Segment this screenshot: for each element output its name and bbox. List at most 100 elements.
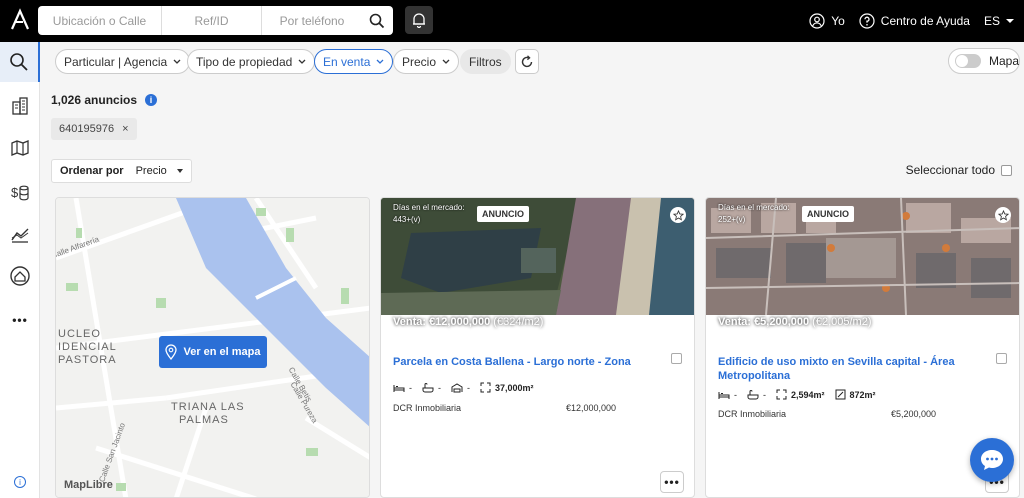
- beds-value: -: [409, 382, 412, 393]
- beds-feature: -: [393, 383, 412, 393]
- map-attribution-label: MapLibre: [64, 479, 113, 491]
- select-all-checkbox[interactable]: [1001, 164, 1012, 176]
- map-pin-icon: [165, 344, 178, 360]
- chevron-down-icon: [376, 59, 384, 64]
- sidebar-item-analytics[interactable]: [0, 214, 40, 254]
- price-overlay-sqm: (€2,005/m2): [809, 316, 872, 328]
- seller-type-filter[interactable]: Particular | Agencia: [55, 49, 191, 74]
- building-icon: [12, 97, 28, 115]
- listing-title[interactable]: Parcela en Costa Ballena - Largo norte -…: [393, 355, 658, 369]
- logo-icon[interactable]: [8, 8, 32, 32]
- top-bar: Ubicación o Calle Ref/ID Por teléfono Yo…: [0, 0, 1024, 42]
- close-icon[interactable]: ×: [122, 123, 128, 135]
- chat-icon: [981, 450, 1003, 470]
- baths-value: -: [763, 389, 766, 400]
- phone-search-input[interactable]: Por teléfono: [262, 6, 362, 35]
- map-icon: [11, 140, 29, 156]
- user-icon: [809, 13, 825, 29]
- sidebar-item-search[interactable]: [0, 42, 40, 82]
- sort-value: Precio: [135, 165, 167, 177]
- baths-value: -: [438, 382, 441, 393]
- listing-features: - - 2,594m² 872m²: [718, 389, 886, 400]
- home-pin-icon: [10, 266, 30, 286]
- price-overlay-main: Venta: €5,200,000: [718, 316, 810, 328]
- notifications-bell-icon[interactable]: [405, 6, 433, 34]
- sidebar-item-buildings[interactable]: [0, 86, 40, 126]
- chevron-down-icon: [176, 169, 183, 173]
- results-count: 1,026 anuncios i: [51, 93, 158, 107]
- map-preview[interactable]: UCLEO IDENCIAL PASTORA TRIANA LAS PALMAS…: [55, 197, 370, 498]
- sidebar-item-valuation[interactable]: $: [0, 172, 40, 212]
- select-all[interactable]: Seleccionar todo: [906, 163, 1012, 177]
- sidebar: $ ••• i: [0, 42, 40, 498]
- active-filter-tag: 640195976 ×: [51, 118, 137, 140]
- price-overlay-main: Venta: €12,000,000: [393, 316, 491, 328]
- price-overlay-sqm: (€324/m2): [490, 316, 544, 328]
- bed-icon: [718, 391, 730, 399]
- ref-search-input[interactable]: Ref/ID: [162, 6, 262, 35]
- listing-price: €12,000,000: [566, 403, 617, 413]
- favorite-star-icon[interactable]: [995, 207, 1011, 223]
- garage-value: -: [467, 382, 470, 393]
- days-on-market: Días en el mercado: 443+(v): [393, 203, 465, 224]
- map-label: UCLEO: [58, 328, 101, 340]
- built-area-value: 872m²: [849, 389, 876, 400]
- listing-title[interactable]: Edificio de uso mixto en Sevilla capital…: [718, 355, 983, 383]
- agency-name: DCR Inmobiliaria: [718, 409, 787, 419]
- location-search-input[interactable]: Ubicación o Calle: [38, 6, 162, 35]
- help-center-link[interactable]: Centro de Ayuda: [859, 13, 970, 29]
- sidebar-item-info[interactable]: i: [0, 462, 40, 498]
- filter-bar: Particular | Agencia Tipo de propiedad E…: [40, 42, 1024, 80]
- view-on-map-button[interactable]: Ver en el mapa: [159, 336, 267, 368]
- property-type-filter[interactable]: Tipo de propiedad: [187, 49, 316, 74]
- top-right-menu: Yo Centro de Ayuda ES: [795, 0, 1014, 42]
- favorite-star-icon[interactable]: [670, 207, 686, 223]
- user-menu[interactable]: Yo: [809, 13, 845, 29]
- beds-feature: -: [718, 390, 737, 400]
- help-icon: [859, 13, 875, 29]
- more-options-button[interactable]: •••: [660, 471, 684, 493]
- map-toggle-switch[interactable]: [955, 54, 981, 68]
- help-label: Centro de Ayuda: [880, 14, 970, 28]
- language-selector[interactable]: ES: [984, 14, 1014, 28]
- price-filter[interactable]: Precio: [393, 49, 460, 74]
- built-area-icon: [835, 389, 846, 400]
- baths-feature: -: [747, 389, 766, 400]
- view-on-map-label: Ver en el mapa: [183, 346, 261, 358]
- property-type-label: Tipo de propiedad: [196, 54, 293, 69]
- reset-filters-button[interactable]: [515, 49, 539, 74]
- sort-dropdown[interactable]: Ordenar por Precio: [51, 159, 192, 183]
- agency-name: DCR Inmobiliaria: [393, 403, 462, 413]
- sidebar-item-map[interactable]: [0, 128, 40, 168]
- listing-checkbox[interactable]: [671, 353, 682, 364]
- listing-checkbox[interactable]: [996, 353, 1007, 364]
- info-icon[interactable]: i: [145, 94, 158, 106]
- price-overlay: Venta: €5,200,000 (€2,005/m2): [718, 316, 872, 328]
- chevron-down-icon: [298, 59, 306, 64]
- bath-icon: [747, 389, 759, 399]
- map-label: TRIANA LAS: [171, 401, 245, 413]
- bath-icon: [422, 382, 434, 392]
- chevron-down-icon: [442, 59, 450, 64]
- search-icon[interactable]: [362, 6, 392, 35]
- more-filters-button[interactable]: Filtros: [460, 49, 511, 74]
- active-filter-tag-label: 640195976: [59, 123, 115, 135]
- garage-icon: [451, 382, 463, 392]
- garage-feature: -: [451, 383, 470, 393]
- search-icon: [10, 53, 28, 71]
- listing-card[interactable]: Días en el mercado: 443+(v) ANUNCIO Vent…: [380, 197, 695, 498]
- more-icon[interactable]: •••: [0, 300, 40, 340]
- operation-filter[interactable]: En venta: [314, 49, 394, 74]
- sidebar-item-home-pin[interactable]: [0, 256, 40, 296]
- map-toggle[interactable]: Mapa: [948, 48, 1020, 74]
- operation-label: En venta: [323, 54, 371, 69]
- chat-button[interactable]: [970, 438, 1014, 482]
- plot-area-feature: 37,000m²: [480, 382, 534, 393]
- map-label: PASTORA: [58, 354, 117, 366]
- map-label: PALMAS: [179, 414, 229, 426]
- days-on-market: Días en el mercado: 252+(v): [718, 203, 790, 224]
- more-filters-label: Filtros: [469, 54, 502, 69]
- listing-price: €5,200,000: [891, 409, 937, 419]
- svg-text:$: $: [11, 185, 19, 200]
- listing-features: - - - 37,000m²: [393, 382, 544, 393]
